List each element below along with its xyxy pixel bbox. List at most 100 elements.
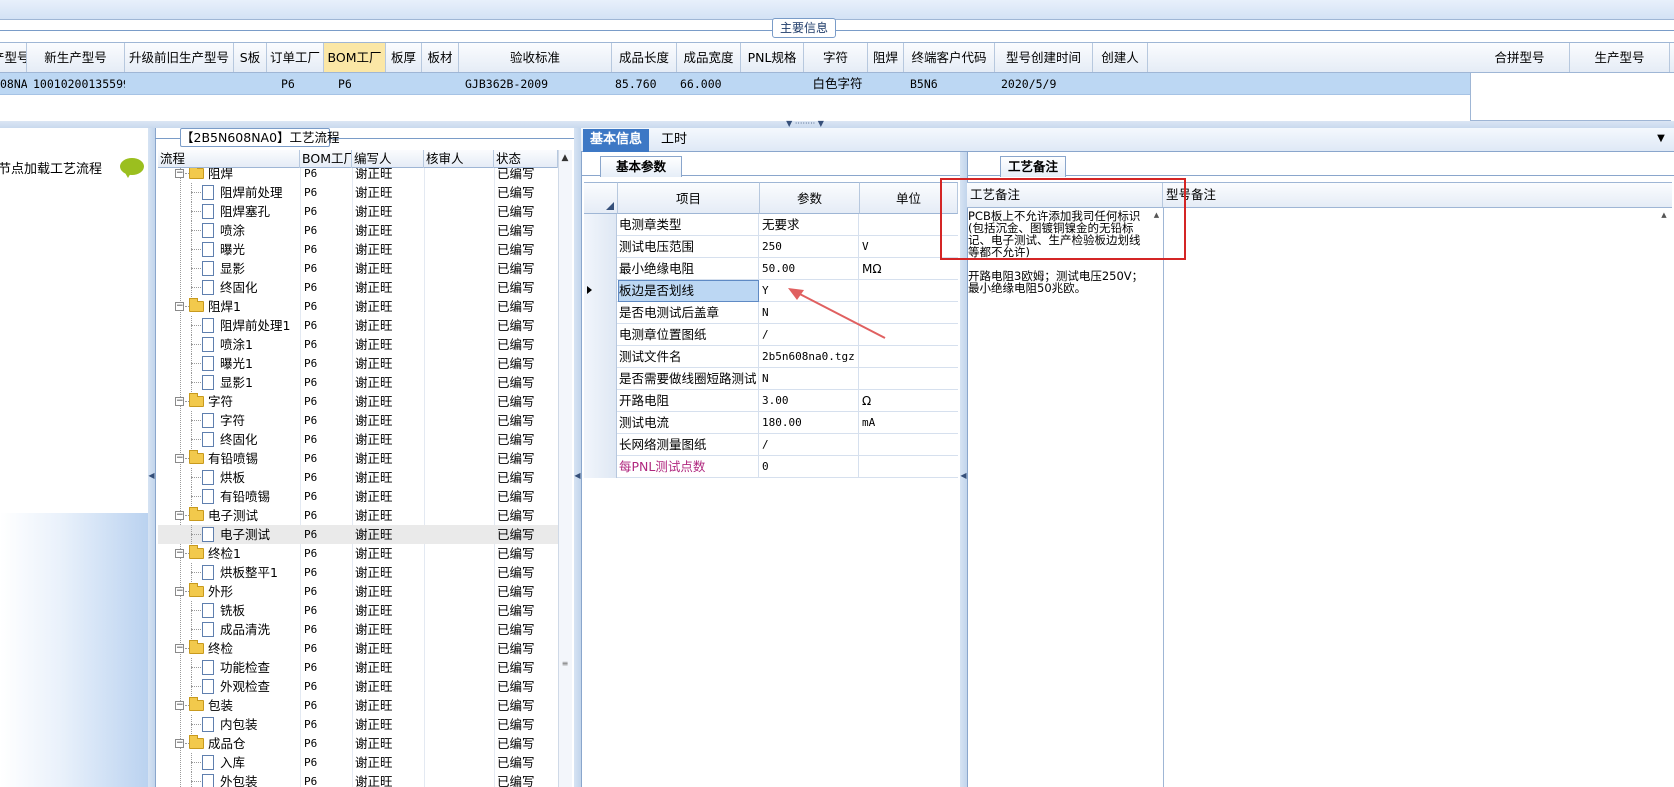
- param-unit-cell[interactable]: [860, 368, 958, 390]
- grid-corner-icon[interactable]: [584, 182, 618, 214]
- param-value-cell[interactable]: 0: [760, 456, 859, 478]
- tree-folder-row[interactable]: − 终检 P6 谢正旺 已编写: [158, 639, 558, 658]
- tree-step-row[interactable]: 显影1 P6 谢正旺 已编写: [158, 373, 558, 392]
- param-row[interactable]: 最小绝缘电阻 50.00 MΩ: [584, 258, 958, 280]
- param-row[interactable]: 长网络测量图纸 /: [584, 434, 958, 456]
- tree-step-row[interactable]: 曝光1 P6 谢正旺 已编写: [158, 354, 558, 373]
- param-unit-cell[interactable]: mA: [860, 412, 958, 434]
- param-value-cell[interactable]: /: [760, 434, 859, 456]
- middle-vertical-splitter[interactable]: [574, 128, 581, 787]
- param-row[interactable]: 测试电流 180.00 mA: [584, 412, 958, 434]
- tree-step-row[interactable]: 终固化 P6 谢正旺 已编写: [158, 430, 558, 449]
- param-value-cell[interactable]: 180.00: [760, 412, 859, 434]
- param-item-cell[interactable]: 板边是否划线: [618, 280, 759, 302]
- tree-step-row[interactable]: 字符 P6 谢正旺 已编写: [158, 411, 558, 430]
- row-indicator[interactable]: [584, 324, 617, 346]
- main-col-header[interactable]: BOM工厂: [324, 43, 386, 72]
- tree-col-author[interactable]: 编写人: [352, 150, 424, 168]
- param-unit-cell[interactable]: [860, 434, 958, 456]
- param-value-cell[interactable]: 250: [760, 236, 859, 258]
- tree-step-row[interactable]: 内包装 P6 谢正旺 已编写: [158, 715, 558, 734]
- main-col-header[interactable]: 型号创建时间: [995, 43, 1093, 72]
- tree-folder-row[interactable]: − 外形 P6 谢正旺 已编写: [158, 582, 558, 601]
- param-unit-cell[interactable]: MΩ: [860, 258, 958, 280]
- tree-col-status[interactable]: 状态: [494, 150, 558, 168]
- main-col-header[interactable]: 成品长度: [612, 43, 677, 72]
- main-data-cell[interactable]: GJB362B-2009: [459, 73, 612, 95]
- param-row[interactable]: 是否需要做线圈短路测试 N: [584, 368, 958, 390]
- main-col-header[interactable]: 字符: [804, 43, 868, 72]
- tree-folder-row[interactable]: − 字符 P6 谢正旺 已编写: [158, 392, 558, 411]
- param-item-cell[interactable]: 电测章位置图纸: [618, 324, 759, 346]
- tree-collapse-icon[interactable]: −: [175, 739, 184, 748]
- main-col-header[interactable]: 验收标准: [459, 43, 612, 72]
- notes-col-model[interactable]: 型号备注: [1164, 183, 1364, 207]
- param-row[interactable]: 测试电压范围 250 V: [584, 236, 958, 258]
- main-data-cell[interactable]: 10010200135599: [27, 73, 125, 95]
- main-data-cell[interactable]: [125, 73, 234, 95]
- param-unit-cell[interactable]: [860, 456, 958, 478]
- tree-step-row[interactable]: 喷涂1 P6 谢正旺 已编写: [158, 335, 558, 354]
- model-note-scroll-up-icon[interactable]: ▲: [1658, 210, 1670, 220]
- main-data-cell[interactable]: 白色字符: [804, 73, 868, 95]
- tree-step-row[interactable]: 烘板 P6 谢正旺 已编写: [158, 468, 558, 487]
- scrollbar-grip-icon[interactable]: ≡: [559, 660, 571, 668]
- main-data-cell[interactable]: P6: [267, 73, 324, 95]
- main-data-cell[interactable]: B5N6: [904, 73, 995, 95]
- param-row[interactable]: 电测章类型 无要求: [584, 214, 958, 236]
- param-value-cell[interactable]: N: [760, 368, 859, 390]
- main-data-cell[interactable]: 08NA0: [0, 73, 27, 95]
- main-col-header[interactable]: S板: [234, 43, 267, 72]
- merge-model-header-cell[interactable]: 合拼型号: [1470, 43, 1570, 72]
- row-indicator[interactable]: [584, 456, 617, 478]
- main-col-header[interactable]: 阻焊: [868, 43, 904, 72]
- tab-basic-params[interactable]: 基本参数: [600, 156, 682, 177]
- tree-collapse-icon[interactable]: −: [175, 587, 184, 596]
- main-col-header[interactable]: 订单工厂: [267, 43, 324, 72]
- param-unit-cell[interactable]: Ω: [860, 390, 958, 412]
- tree-step-row[interactable]: 有铅喷锡 P6 谢正旺 已编写: [158, 487, 558, 506]
- tree-step-row[interactable]: 电子测试 P6 谢正旺 已编写: [158, 525, 558, 544]
- right-splitter-grip-icon[interactable]: ◀: [960, 472, 967, 480]
- tree-collapse-icon[interactable]: −: [175, 302, 184, 311]
- main-data-cell[interactable]: P6: [324, 73, 386, 95]
- tree-scrollbar[interactable]: [558, 150, 572, 787]
- row-indicator[interactable]: [584, 214, 617, 236]
- tree-folder-row[interactable]: − 包装 P6 谢正旺 已编写: [158, 696, 558, 715]
- main-data-cell[interactable]: [1093, 73, 1148, 95]
- left-vertical-splitter[interactable]: [148, 128, 155, 787]
- tree-collapse-icon[interactable]: −: [175, 644, 184, 653]
- main-col-header[interactable]: 新生产型号: [27, 43, 125, 72]
- param-row[interactable]: 开路电阻 3.00 Ω: [584, 390, 958, 412]
- main-col-header[interactable]: 板厚: [386, 43, 422, 72]
- tree-step-row[interactable]: 阻焊塞孔 P6 谢正旺 已编写: [158, 202, 558, 221]
- main-col-header[interactable]: 板材: [422, 43, 459, 72]
- main-col-header[interactable]: 产型号: [0, 43, 27, 72]
- main-data-cell[interactable]: [741, 73, 804, 95]
- tree-folder-row[interactable]: − 终检1 P6 谢正旺 已编写: [158, 544, 558, 563]
- scroll-up-arrow-icon[interactable]: ▲: [558, 152, 572, 164]
- tree-step-row[interactable]: 终固化 P6 谢正旺 已编写: [158, 278, 558, 297]
- row-indicator[interactable]: [584, 258, 617, 280]
- tree-step-row[interactable]: 成品清洗 P6 谢正旺 已编写: [158, 620, 558, 639]
- main-col-header[interactable]: 创建人: [1093, 43, 1148, 72]
- param-value-cell[interactable]: 2b5n608na0.tgz: [760, 346, 859, 368]
- param-item-cell[interactable]: 测试电流: [618, 412, 759, 434]
- main-data-cell[interactable]: 66.000: [677, 73, 741, 95]
- tree-step-row[interactable]: 功能检查 P6 谢正旺 已编写: [158, 658, 558, 677]
- main-col-header[interactable]: PNL规格: [741, 43, 804, 72]
- tree-folder-row[interactable]: − 有铅喷锡 P6 谢正旺 已编写: [158, 449, 558, 468]
- row-indicator[interactable]: [584, 236, 617, 258]
- tab-basic-info[interactable]: 基本信息: [583, 129, 649, 152]
- param-item-cell[interactable]: 长网络测量图纸: [618, 434, 759, 456]
- param-item-cell[interactable]: 开路电阻: [618, 390, 759, 412]
- param-row[interactable]: 每PNL测试点数 0: [584, 456, 958, 478]
- row-indicator[interactable]: [584, 412, 617, 434]
- row-indicator[interactable]: [584, 346, 617, 368]
- param-item-cell[interactable]: 是否电测试后盖章: [618, 302, 759, 324]
- tree-folder-row[interactable]: − 电子测试 P6 谢正旺 已编写: [158, 506, 558, 525]
- tree-step-row[interactable]: 外观检查 P6 谢正旺 已编写: [158, 677, 558, 696]
- tree-collapse-icon[interactable]: −: [175, 397, 184, 406]
- row-indicator[interactable]: [584, 302, 617, 324]
- param-item-cell[interactable]: 电测章类型: [618, 214, 759, 236]
